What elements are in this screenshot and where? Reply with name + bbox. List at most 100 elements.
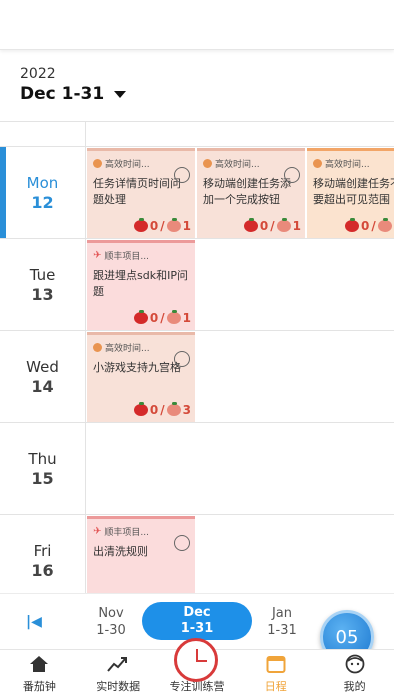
task-tag-label: 高效时间... bbox=[215, 160, 260, 170]
month-range: 1-30 bbox=[96, 623, 126, 638]
done-count: 0 bbox=[259, 219, 269, 233]
month-name: Dec bbox=[183, 605, 211, 620]
tomato-icon bbox=[377, 218, 392, 232]
tomato-icon bbox=[133, 402, 148, 416]
task-title: 跟进埋点sdk和IP问题 bbox=[93, 269, 188, 298]
tomato-icon bbox=[166, 218, 181, 232]
airplane-icon: ✈ bbox=[93, 250, 102, 261]
project-icon bbox=[203, 159, 212, 168]
month-prev[interactable]: Nov 1-30 bbox=[81, 605, 141, 639]
month-range: 1-31 bbox=[267, 623, 297, 638]
day-row: Tue 13 ✈ 顺丰项目... 跟进埋点sdk和IP问题 0/1 bbox=[0, 238, 394, 331]
pomodoro-count: 0/3 bbox=[133, 402, 191, 417]
tab-pomodoro[interactable]: 番茄钟 bbox=[0, 650, 79, 700]
month-current[interactable]: Dec 1-31 bbox=[142, 602, 252, 640]
day-number: 16 bbox=[31, 561, 54, 580]
day-name: Tue bbox=[29, 266, 56, 284]
task-tag-label: 顺丰项目... bbox=[104, 252, 149, 262]
trend-chart-icon bbox=[107, 653, 129, 675]
day-row: Fri 16 ✈ 顺丰项目... 出清洗规则 bbox=[0, 514, 394, 593]
task-card[interactable]: 高效时间... 小游戏支持九宫格 0/3 bbox=[87, 332, 195, 422]
task-title: 移动端创建任务不要超出可见范围 bbox=[313, 177, 394, 206]
day-row: Wed 14 高效时间... 小游戏支持九宫格 0/3 bbox=[0, 330, 394, 423]
day-name: Mon bbox=[26, 174, 59, 192]
month-name: Jan bbox=[271, 606, 293, 621]
done-count: 0 bbox=[149, 219, 159, 233]
pomodoro-count: 0/1 bbox=[133, 310, 191, 325]
done-count: 0 bbox=[361, 219, 370, 233]
day-row: Mon 12 高效时间... 任务详情页时间问题处理 0/1 高效时间... 移… bbox=[0, 146, 394, 239]
complete-checkbox[interactable] bbox=[284, 167, 300, 183]
day-cell[interactable]: Tue 13 bbox=[0, 239, 86, 331]
pomodoro-count: 0/ bbox=[345, 218, 392, 233]
tomato-icon bbox=[166, 310, 181, 324]
day-cell[interactable]: Wed 14 bbox=[0, 331, 86, 423]
day-cell[interactable]: Thu 15 bbox=[0, 423, 86, 515]
done-count: 0 bbox=[149, 403, 159, 417]
month-range: 1-31 bbox=[180, 621, 214, 636]
task-tag: 高效时间... bbox=[313, 157, 388, 170]
day-row: Thu 15 bbox=[0, 422, 394, 515]
task-tag: ✈ 顺丰项目... bbox=[93, 525, 189, 538]
project-icon bbox=[93, 159, 102, 168]
complete-checkbox[interactable] bbox=[174, 351, 190, 367]
calendar-icon bbox=[265, 653, 287, 675]
date-header: 2022 Dec 1-31 bbox=[20, 66, 127, 104]
tomato-icon bbox=[243, 218, 258, 232]
task-card[interactable]: 高效时间... 移动端创建任务添加一个完成按钮 0/1 bbox=[197, 148, 305, 238]
tomato-icon bbox=[133, 218, 148, 232]
day-number: 14 bbox=[31, 377, 54, 396]
range-selector[interactable]: Dec 1-31 bbox=[20, 84, 127, 104]
task-tag-label: 高效时间... bbox=[105, 160, 150, 170]
tab-schedule[interactable]: 日程 bbox=[236, 650, 315, 700]
done-count: 0 bbox=[149, 311, 159, 325]
complete-checkbox[interactable] bbox=[174, 535, 190, 551]
caret-down-icon[interactable] bbox=[114, 90, 127, 98]
total-count: 1 bbox=[292, 219, 301, 233]
task-tag: 高效时间... bbox=[93, 341, 189, 354]
task-card[interactable]: 高效时间... 移动端创建任务不要超出可见范围 0/ bbox=[307, 148, 394, 238]
day-name: Wed bbox=[26, 358, 59, 376]
tomato-icon bbox=[345, 218, 359, 232]
tab-label: 日程 bbox=[264, 680, 287, 693]
schedule-grid: Mon 12 高效时间... 任务详情页时间问题处理 0/1 高效时间... 移… bbox=[0, 121, 394, 593]
day-cell[interactable]: Mon 12 bbox=[0, 147, 86, 239]
pomodoro-count: 0/1 bbox=[133, 218, 191, 233]
face-icon bbox=[344, 653, 366, 675]
task-tag: 高效时间... bbox=[93, 157, 189, 170]
tab-label: 番茄钟 bbox=[22, 680, 56, 693]
total-count: 1 bbox=[182, 311, 191, 325]
day-cell[interactable]: Fri 16 bbox=[0, 515, 86, 593]
home-icon bbox=[28, 653, 50, 675]
task-tag: ✈ 顺丰项目... bbox=[93, 249, 189, 262]
task-card[interactable]: ✈ 顺丰项目... 跟进埋点sdk和IP问题 0/1 bbox=[87, 240, 195, 330]
tab-me[interactable]: 我的 bbox=[315, 650, 394, 700]
task-card[interactable]: 高效时间... 任务详情页时间问题处理 0/1 bbox=[87, 148, 195, 238]
top-app-bar bbox=[0, 0, 394, 50]
day-name: Fri bbox=[33, 542, 52, 560]
month-next[interactable]: Jan 1-31 bbox=[252, 605, 312, 639]
skip-previous-icon[interactable]: |◀ bbox=[26, 614, 42, 630]
month-name: Nov bbox=[98, 606, 124, 621]
project-icon bbox=[93, 343, 102, 352]
tab-realtime-data[interactable]: 实时数据 bbox=[79, 650, 158, 700]
clock-icon[interactable] bbox=[174, 638, 218, 682]
task-card[interactable]: ✈ 顺丰项目... 出清洗规则 bbox=[87, 516, 195, 593]
pomodoro-count: 0/1 bbox=[243, 218, 301, 233]
range-label: Dec 1-31 bbox=[20, 84, 105, 104]
complete-checkbox[interactable] bbox=[174, 167, 190, 183]
task-tag: 高效时间... bbox=[203, 157, 299, 170]
airplane-icon: ✈ bbox=[93, 526, 102, 537]
task-tag-label: 高效时间... bbox=[325, 160, 370, 170]
project-icon bbox=[313, 159, 322, 168]
total-count: 3 bbox=[182, 403, 191, 417]
tomato-icon bbox=[276, 218, 291, 232]
tab-label: 实时数据 bbox=[96, 680, 141, 693]
total-count: 1 bbox=[182, 219, 191, 233]
day-number: 13 bbox=[31, 285, 54, 304]
task-tag-label: 高效时间... bbox=[105, 344, 150, 354]
day-name: Thu bbox=[28, 450, 57, 468]
tab-label: 我的 bbox=[343, 680, 366, 693]
tomato-icon bbox=[166, 402, 181, 416]
day-number: 12 bbox=[31, 193, 54, 212]
